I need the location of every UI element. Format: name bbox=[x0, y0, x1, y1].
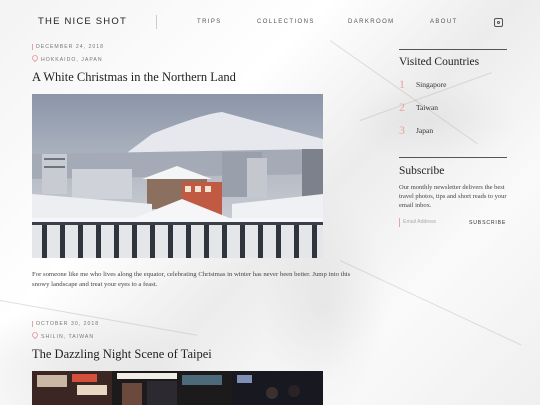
location-pin-icon bbox=[30, 330, 40, 340]
instagram-icon[interactable] bbox=[494, 18, 503, 27]
post-excerpt: For someone like me who lives along the … bbox=[32, 271, 351, 288]
country-number: 2 bbox=[399, 100, 405, 114]
post-title[interactable]: A White Christmas in the Northern Land bbox=[32, 70, 236, 85]
post-date: DECEMBER 24, 2018 bbox=[32, 44, 104, 50]
country-singapore[interactable]: Singapore bbox=[416, 80, 446, 89]
email-input[interactable]: Email Address bbox=[399, 218, 469, 227]
subscribe-title: Subscribe bbox=[399, 165, 445, 177]
post-location: HOKKAIDO, JAPAN bbox=[30, 53, 103, 63]
country-japan[interactable]: Japan bbox=[416, 126, 433, 135]
post-photo-snow-town[interactable] bbox=[32, 94, 323, 258]
site-logo[interactable]: THE NICE SHOT bbox=[38, 16, 127, 27]
nav-about[interactable]: ABOUT bbox=[430, 19, 458, 25]
marble-vein bbox=[0, 300, 198, 336]
visited-countries-title: Visited Countries bbox=[399, 56, 480, 68]
subscribe-button[interactable]: SUBSCRIBE bbox=[469, 220, 506, 226]
nav-collections[interactable]: COLLECTIONS bbox=[257, 19, 315, 25]
post-photo-night-market[interactable] bbox=[32, 371, 323, 405]
country-number: 1 bbox=[399, 77, 405, 91]
post-location: SHILIN, TAIWAN bbox=[30, 330, 95, 340]
sidebar-divider bbox=[399, 157, 507, 158]
marble-vein bbox=[339, 260, 522, 346]
post-title[interactable]: The Dazzling Night Scene of Taipei bbox=[32, 347, 212, 362]
night-market-illustration bbox=[32, 371, 323, 405]
post-location-label: SHILIN, TAIWAN bbox=[41, 334, 95, 340]
location-pin-icon bbox=[30, 53, 40, 63]
sidebar-divider bbox=[399, 49, 507, 50]
post-location-label: HOKKAIDO, JAPAN bbox=[41, 57, 103, 63]
site-header: THE NICE SHOT TRIPS COLLECTIONS DARKROOM… bbox=[0, 0, 540, 45]
post-date: OCTOBER 30, 2018 bbox=[32, 321, 99, 327]
snow-town-illustration bbox=[32, 94, 323, 258]
country-taiwan[interactable]: Taiwan bbox=[416, 103, 438, 112]
country-number: 3 bbox=[399, 123, 405, 137]
header-divider bbox=[156, 15, 157, 29]
nav-darkroom[interactable]: DARKROOM bbox=[348, 19, 395, 25]
nav-trips[interactable]: TRIPS bbox=[197, 19, 222, 25]
subscribe-description: Our monthly newsletter delivers the best… bbox=[399, 184, 507, 209]
